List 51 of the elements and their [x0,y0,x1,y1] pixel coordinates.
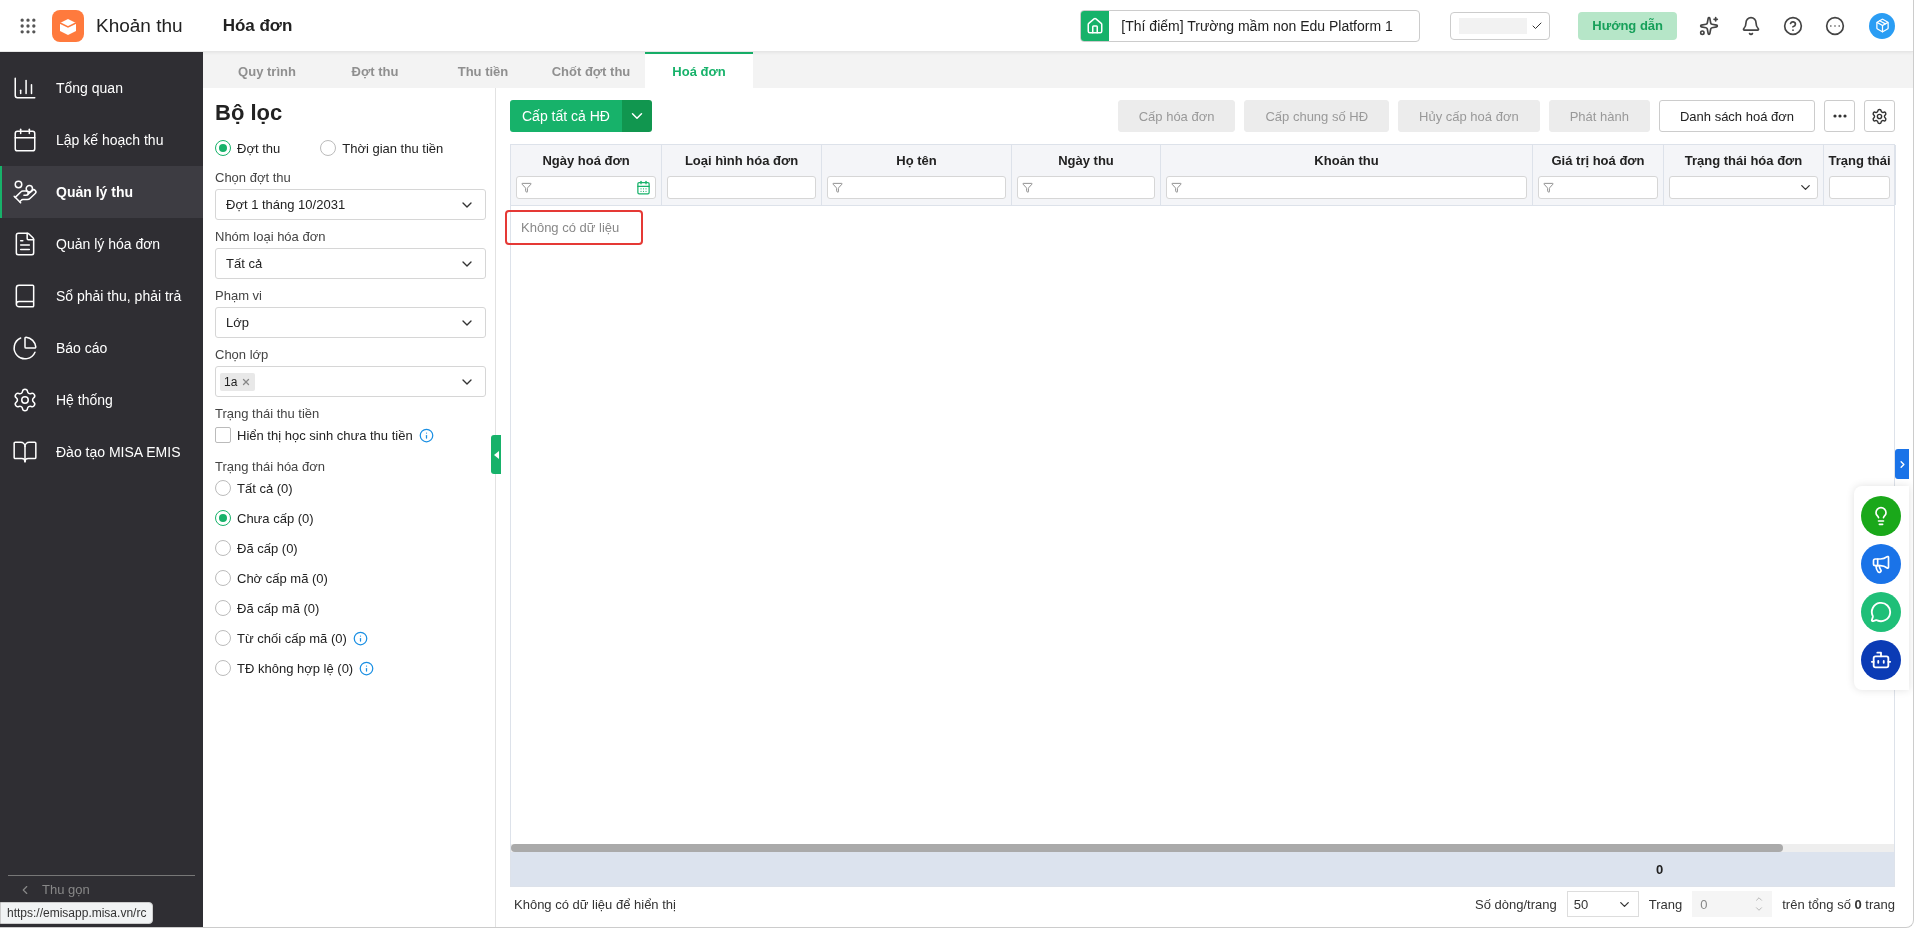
select-field[interactable]: 1a [215,366,486,397]
sidebar-item[interactable]: Tổng quan [0,62,203,114]
sidebar-item[interactable]: Quản lý thu [0,166,203,218]
checkbox-label: Hiển thị học sinh chưa thu tiền [237,427,413,443]
select-field[interactable]: Tất cả [215,248,486,279]
page-title: Hóa đơn [222,15,293,36]
column-header[interactable]: Trạng thái [1829,145,1890,176]
sidebar-item[interactable]: Báo cáo [0,322,203,374]
column-header[interactable]: Loại hình hóa đơn [667,145,816,176]
radio-label: Từ chối cấp mã (0) [237,630,347,646]
field-label: Trạng thái hóa đơn [215,459,326,474]
page-total-text: trên tổng số 0 trang [1782,896,1895,912]
page-label: Trang [1648,896,1683,912]
field-label: Nhóm loại hóa đơn [215,229,327,244]
radio-label: Thời gian thu tiền [342,140,444,156]
column-header[interactable]: Giá trị hoá đơn [1538,145,1658,176]
status-text: Không có dữ liệu để hiển thị [514,896,676,912]
sidebar-item[interactable]: Hệ thống [0,374,203,426]
field-label: Phạm vi [215,288,263,303]
sidebar-item[interactable]: Quản lý hóa đơn [0,218,203,270]
radio-label: Chờ cấp mã (0) [237,570,328,586]
select-field[interactable]: Đợt 1 tháng 10/2031 [215,189,486,220]
tag: 1a [220,372,256,391]
radio-label: Tất cả (0) [237,480,293,496]
column-header[interactable]: Họ tên [827,145,1006,176]
action-button[interactable]: Danh sách hoá đơn [1658,100,1815,132]
empty-message: Không có dữ liệu [505,210,643,245]
column-header[interactable]: Ngày thu [1017,145,1155,176]
page-size-select[interactable]: 50 [1566,891,1639,917]
select-field[interactable]: Lớp [215,307,486,338]
collapse-label[interactable]: Thu gọn [42,882,90,897]
status-url: https://emisapp.misa.vn/rc [0,902,154,924]
column-header[interactable]: Khoản thu [1166,145,1527,176]
summary-total: 0 [1656,861,1664,877]
radio-label: Chưa cấp (0) [237,510,314,526]
field-label: Trạng thái thu tiền [215,406,321,421]
radio-label: Đã cấp mã (0) [237,600,320,616]
field-label: Chọn lớp [215,347,270,362]
column-header[interactable]: Ngày hoá đơn [516,145,656,176]
sidebar-item[interactable]: Sổ phải thu, phải trả [0,270,203,322]
field-label: Chọn đợt thu [215,170,292,185]
school-selector[interactable]: [Thí điểm] Trường mầm non Edu Platform 1 [1080,9,1421,42]
column-header[interactable]: Trạng thái hóa đơn [1669,145,1818,176]
radio-label: Đợt thu [237,140,281,156]
radio-label: Đã cấp (0) [237,540,298,556]
app-name: Khoản thu [96,14,183,37]
radio-label: TĐ không hợp lệ (0) [237,660,354,676]
page-size-label: Số dòng/trang [1475,896,1557,912]
sidebar-item[interactable]: Đào tạo MISA EMIS [0,426,203,478]
sidebar-item[interactable]: Lập kế hoạch thu [0,114,203,166]
filter-title: Bộ lọc [215,100,284,126]
